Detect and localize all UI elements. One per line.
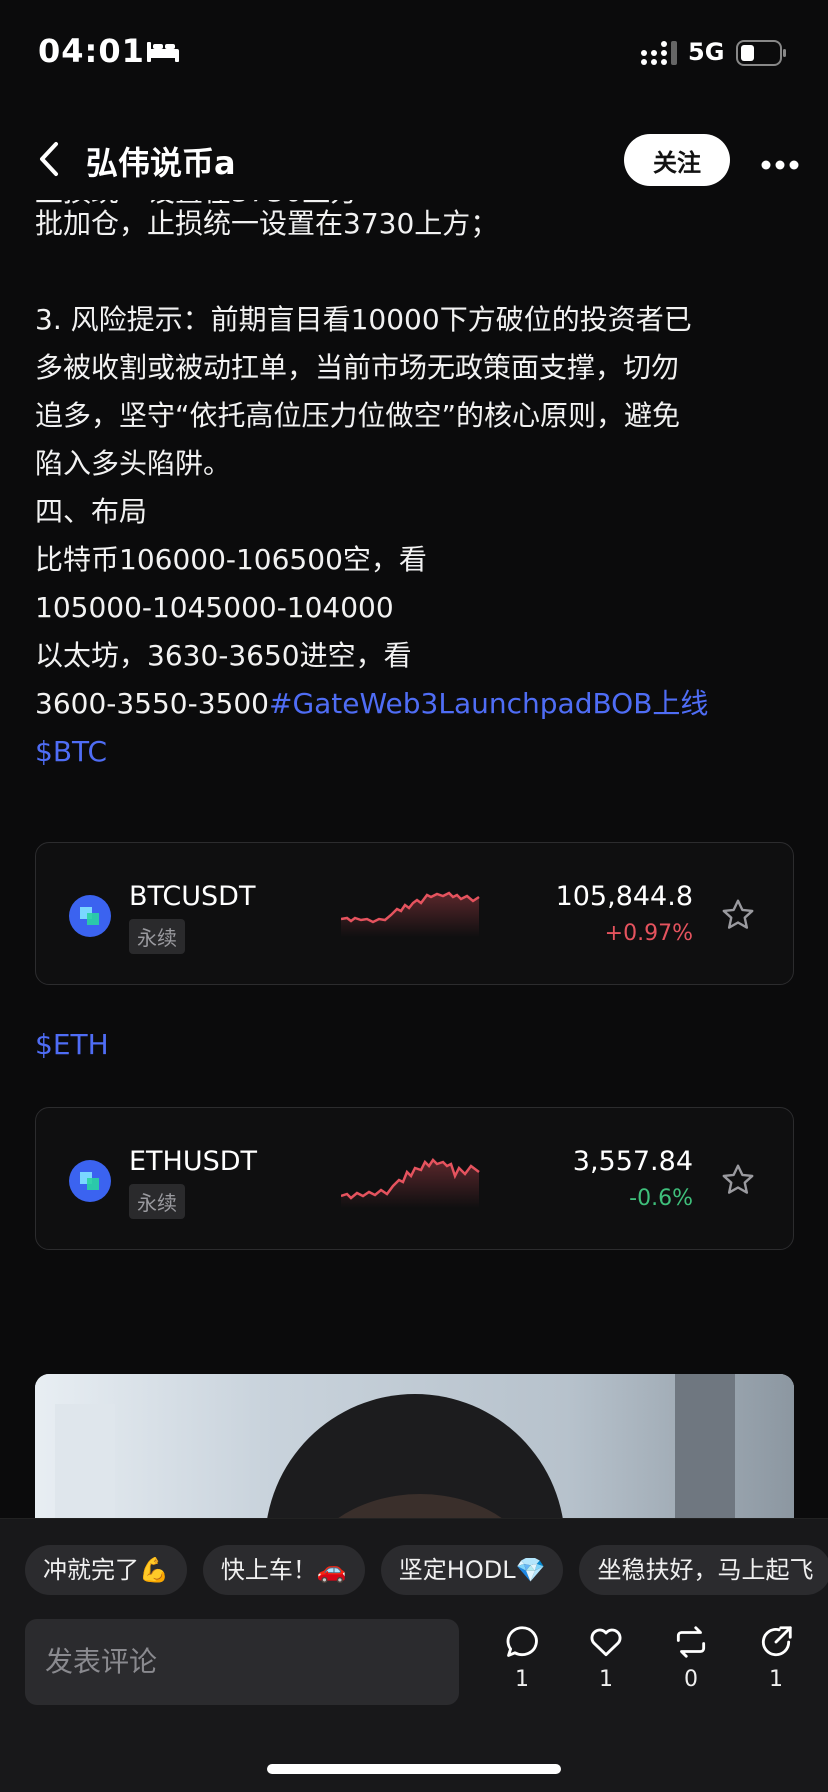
pair-name: ETHUSDT: [129, 1146, 258, 1177]
post-line: 3. 风险提示：前期盲目看10000下方破位的投资者已: [35, 303, 692, 336]
network-label: 5G: [688, 38, 725, 66]
eth-tag-link[interactable]: $ETH: [35, 1028, 109, 1061]
star-icon[interactable]: [720, 897, 756, 937]
post-line: 比特币106000-106500空，看: [35, 543, 427, 576]
hashtag-link[interactable]: #GateWeb3LaunchpadBOB上线: [269, 687, 708, 720]
post-line: 105000-1045000-104000: [35, 591, 394, 624]
price-change: -0.6%: [629, 1186, 693, 1211]
more-dots-icon[interactable]: [760, 156, 800, 175]
signal-bars-icon: [640, 40, 680, 70]
comment-input[interactable]: 发表评论: [25, 1619, 459, 1705]
like-count: 1: [599, 1667, 613, 1692]
ticker-card-eth[interactable]: ETHUSDT 永续 3,557.84 -0.6%: [35, 1107, 794, 1250]
perpetual-badge: 永续: [129, 1184, 185, 1219]
status-bar: 04:01 5G: [0, 0, 828, 100]
contract-coin-icon: [69, 895, 111, 937]
repost-count: 0: [684, 1667, 698, 1692]
post-content: 止损统一设置在3730上方 批加仓，止损统一设置在3730上方； 3. 风险提示…: [0, 200, 828, 1518]
post-line: 批加仓，止损统一设置在3730上方；: [35, 207, 499, 240]
video-preview[interactable]: [35, 1374, 794, 1518]
battery-icon: [736, 40, 788, 70]
share-action[interactable]: 1: [746, 1623, 806, 1692]
quick-reply-chip[interactable]: 冲就完了💪: [25, 1545, 187, 1595]
price-change: +0.97%: [604, 921, 693, 946]
btc-tag-link[interactable]: $BTC: [35, 728, 795, 776]
post-line: 四、布局: [35, 495, 148, 528]
perpetual-badge: 永续: [129, 919, 185, 954]
comment-icon: [492, 1623, 552, 1661]
ticker-card-btc[interactable]: BTCUSDT 永续 105,844.8 +0.97%: [35, 842, 794, 985]
follow-button[interactable]: 关注: [624, 134, 730, 186]
sparkline-chart: [341, 1158, 480, 1208]
post-body: 批加仓，止损统一设置在3730上方； 3. 风险提示：前期盲目看10000下方破…: [35, 200, 795, 776]
post-line: 多被收割或被动扛单，当前市场无政策面支撑，切勿: [35, 351, 680, 384]
last-price: 105,844.8: [555, 881, 693, 912]
home-indicator: [267, 1764, 561, 1774]
post-line: 以太坊，3630-3650进空，看: [35, 639, 412, 672]
quick-reply-chip[interactable]: 坐稳扶好，马上起飞: [579, 1545, 828, 1595]
bottom-panel: 冲就完了💪 快上车！🚗 坚定HODL💎 坐稳扶好，马上起飞 发表评论 1 1 0 1: [0, 1518, 828, 1792]
repost-action[interactable]: 0: [661, 1623, 721, 1692]
status-time: 04:01: [38, 32, 145, 70]
quick-reply-row: 冲就完了💪 快上车！🚗 坚定HODL💎 坐稳扶好，马上起飞: [25, 1545, 828, 1595]
post-line: 陷入多头陷阱。: [35, 447, 232, 480]
share-count: 1: [769, 1667, 783, 1692]
bed-icon: [146, 40, 180, 68]
post-line-with-hashtag: 3600-3550-3500#GateWeb3LaunchpadBOB上线: [35, 680, 795, 728]
comment-count: 1: [515, 1667, 529, 1692]
share-icon: [746, 1623, 806, 1661]
like-action[interactable]: 1: [576, 1623, 636, 1692]
contract-coin-icon: [69, 1160, 111, 1202]
post-line: 追多，坚守“依托高位压力位做空”的核心原则，避免: [35, 399, 681, 432]
repost-icon: [661, 1623, 721, 1661]
quick-reply-chip[interactable]: 坚定HODL💎: [380, 1545, 564, 1595]
comment-action[interactable]: 1: [492, 1623, 552, 1692]
target-prices: 3600-3550-3500: [35, 687, 269, 720]
quick-reply-chip[interactable]: 快上车！🚗: [202, 1545, 365, 1595]
last-price: 3,557.84: [572, 1146, 693, 1177]
star-icon[interactable]: [720, 1162, 756, 1202]
post-line: [35, 248, 795, 296]
pair-name: BTCUSDT: [129, 881, 256, 912]
chevron-left-icon[interactable]: [36, 140, 62, 182]
heart-icon: [576, 1623, 636, 1661]
post-header: 弘伟说币a 关注: [0, 120, 828, 200]
author-name[interactable]: 弘伟说币a: [86, 138, 236, 184]
sparkline-chart: [341, 891, 480, 937]
